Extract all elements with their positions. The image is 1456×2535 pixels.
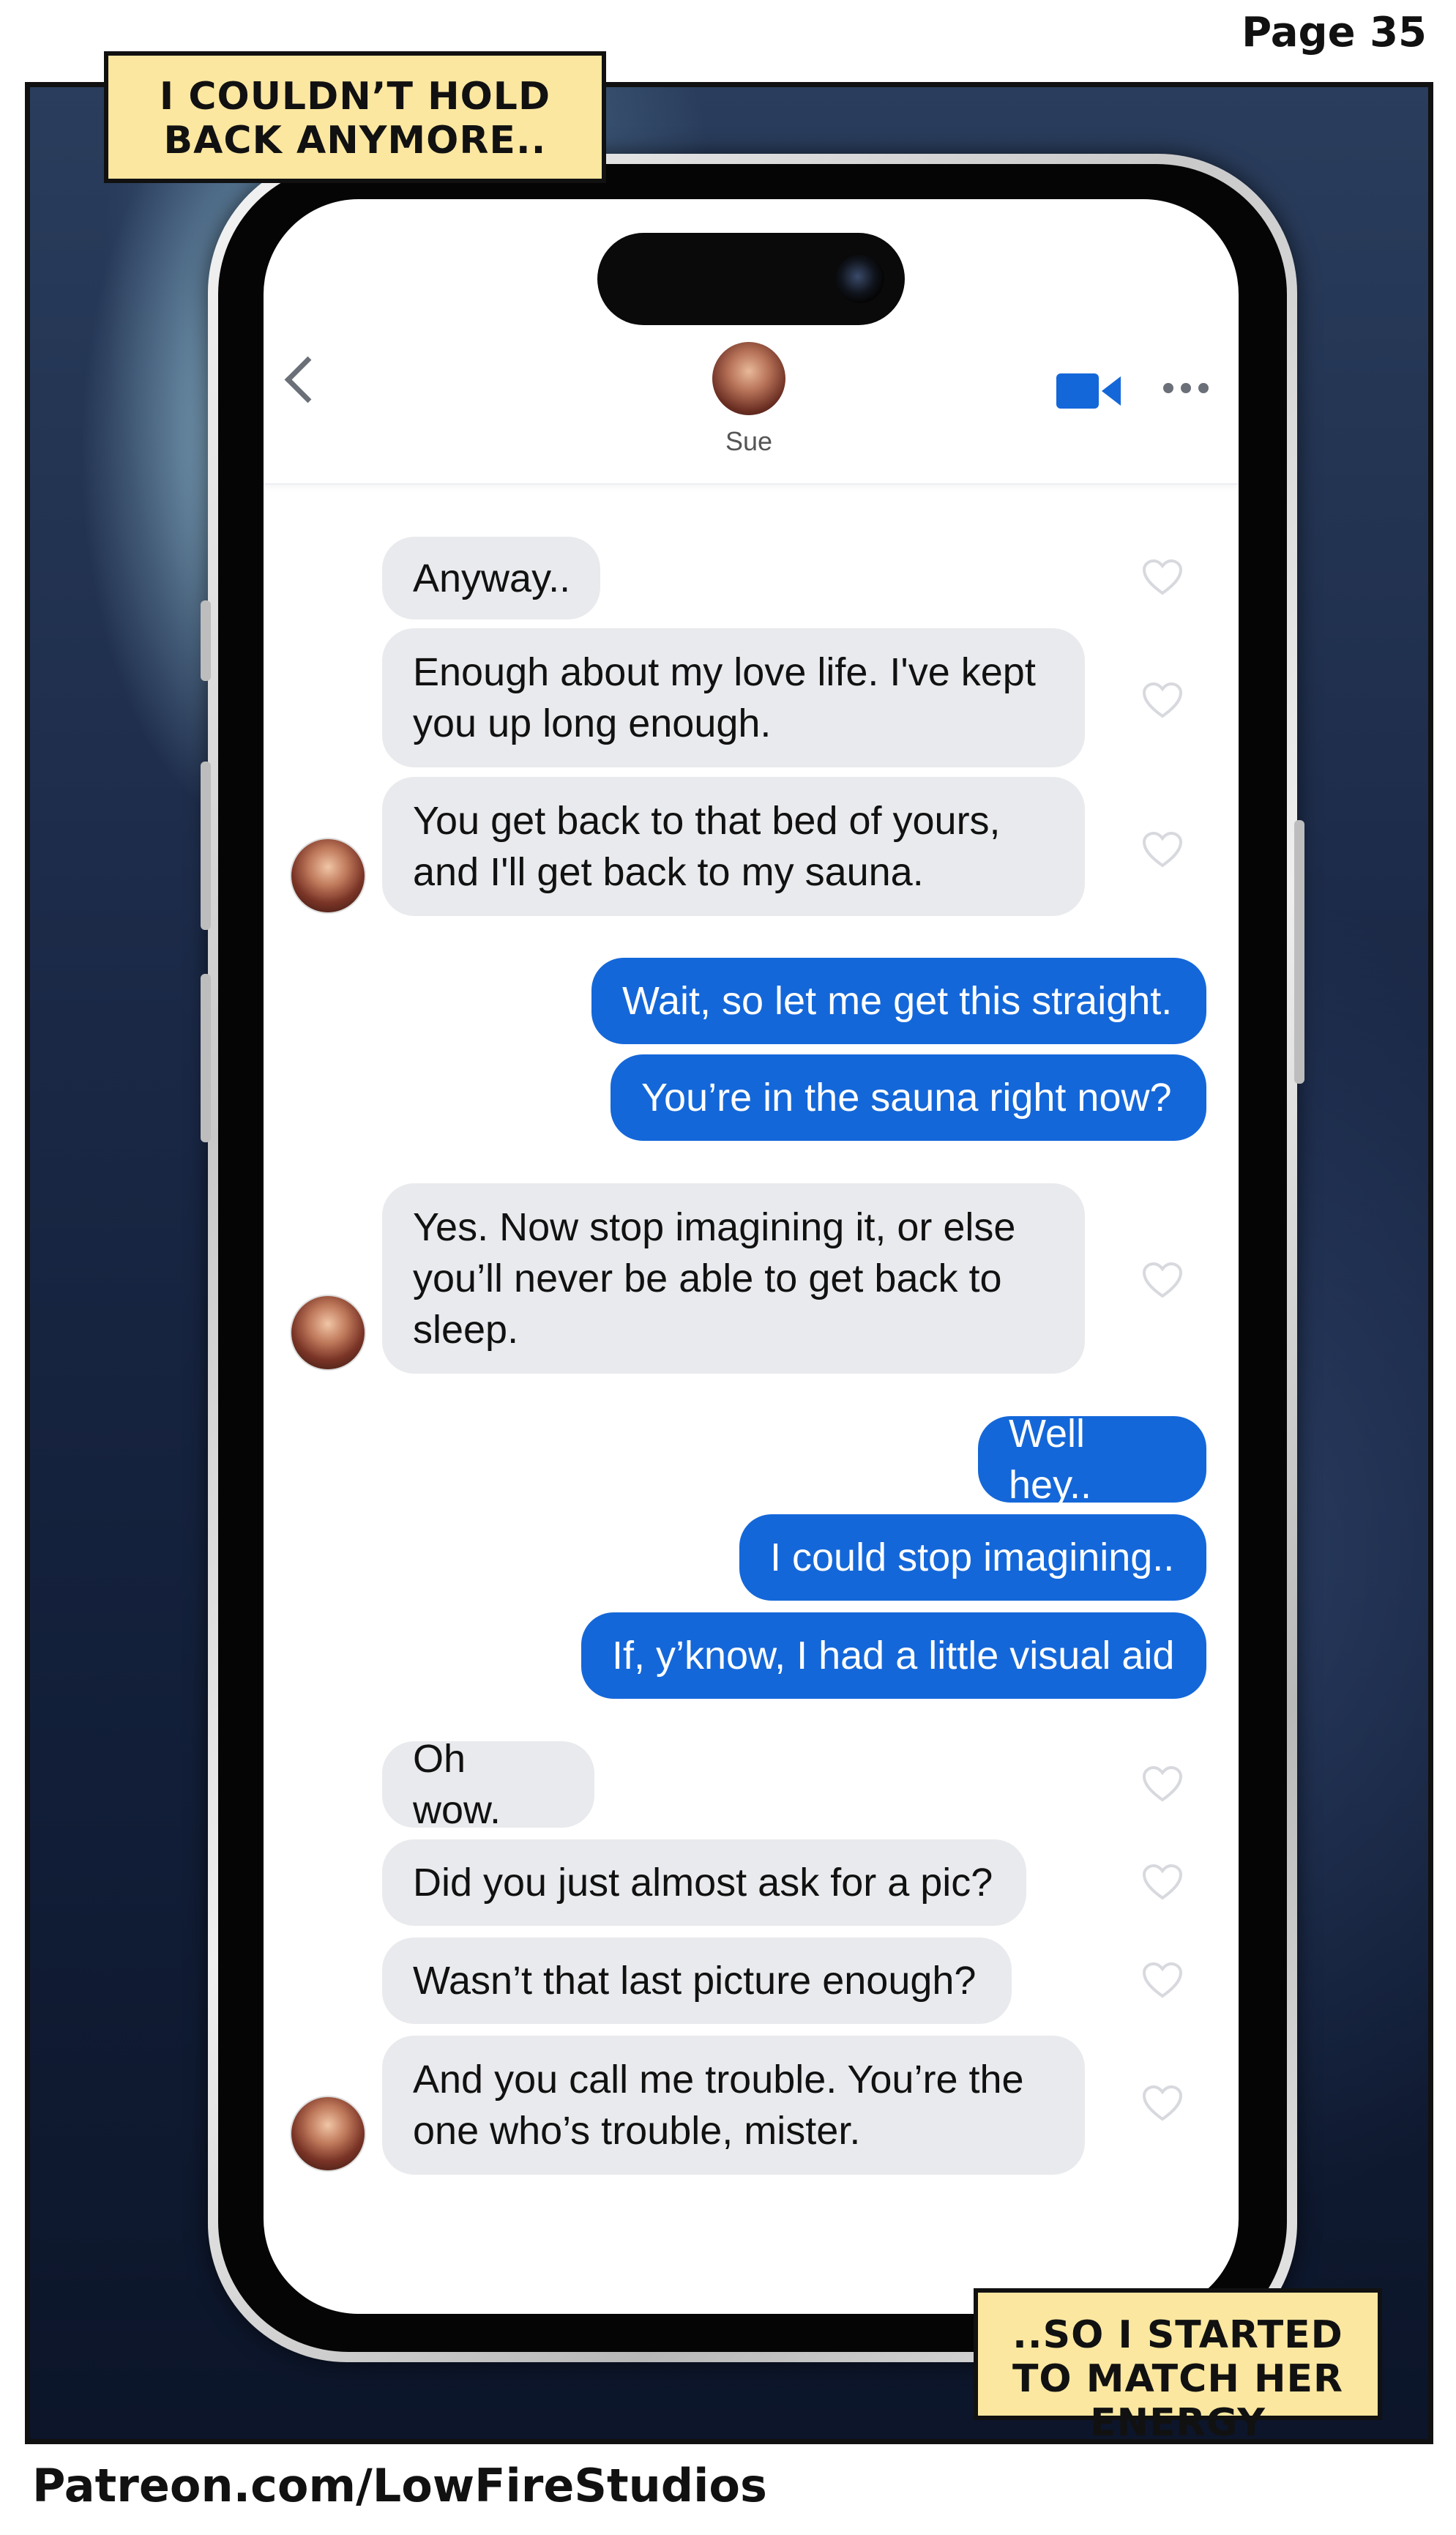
message-bubble-incoming[interactable]: Wasn’t that last picture enough? [382,1937,1012,2024]
phone-side-button [201,600,211,681]
more-dots-icon[interactable] [1162,382,1209,394]
heart-icon[interactable] [1142,682,1183,719]
heart-icon[interactable] [1142,2085,1183,2122]
message-bubble-incoming[interactable]: Did you just almost ask for a pic? [382,1839,1026,1926]
message-bubble-outgoing[interactable]: If, y’know, I had a little visual aid [581,1612,1206,1699]
patreon-link[interactable]: Patreon.com/LowFireStudios [32,2459,767,2512]
message-bubble-incoming[interactable]: Enough about my love life. I've kept you… [382,628,1085,767]
message-bubble-incoming[interactable]: Yes. Now stop imagining it, or else you’… [382,1183,1085,1374]
dynamic-island [597,233,905,325]
message-bubble-outgoing[interactable]: You’re in the sauna right now? [611,1054,1206,1141]
message-bubble-outgoing[interactable]: Wait, so let me get this straight. [591,958,1206,1044]
heart-icon[interactable] [1142,832,1183,868]
phone-screen: Sue Anyway.. Enough about my love life. … [264,199,1239,2314]
sender-avatar[interactable] [290,1295,366,1371]
chevron-left-icon[interactable] [284,356,332,403]
contact-avatar[interactable] [712,342,785,415]
message-bubble-incoming[interactable]: And you call me trouble. You’re the one … [382,2036,1085,2175]
heart-icon[interactable] [1142,559,1183,596]
sender-avatar[interactable] [290,838,366,914]
message-bubble-outgoing[interactable]: I could stop imagining.. [739,1514,1206,1601]
message-bubble-outgoing[interactable]: Well hey.. [978,1412,1206,1507]
heart-icon[interactable] [1142,1262,1183,1299]
phone-side-button [201,974,211,1142]
phone-side-button [1294,820,1304,1084]
message-bubble-incoming[interactable]: Oh wow. [382,1737,594,1832]
contact-name: Sue [725,426,773,456]
video-camera-icon[interactable] [1056,372,1122,410]
heart-icon[interactable] [1142,1962,1183,1999]
sender-avatar[interactable] [290,2096,366,2172]
camera-lens-icon [836,255,884,303]
caption-bottom: ..SO I STARTED TO MATCH HER ENERGY [974,2288,1382,2445]
heart-icon[interactable] [1142,1766,1183,1803]
caption-top: I COULDN’T HOLD BACK ANYMORE.. [104,51,606,183]
page-number: Page 35 [1242,9,1427,56]
message-bubble-incoming[interactable]: Anyway.. [382,537,600,619]
heart-icon[interactable] [1142,1864,1183,1901]
message-bubble-incoming[interactable]: You get back to that bed of yours, and I… [382,777,1085,916]
phone-side-button [201,762,211,930]
